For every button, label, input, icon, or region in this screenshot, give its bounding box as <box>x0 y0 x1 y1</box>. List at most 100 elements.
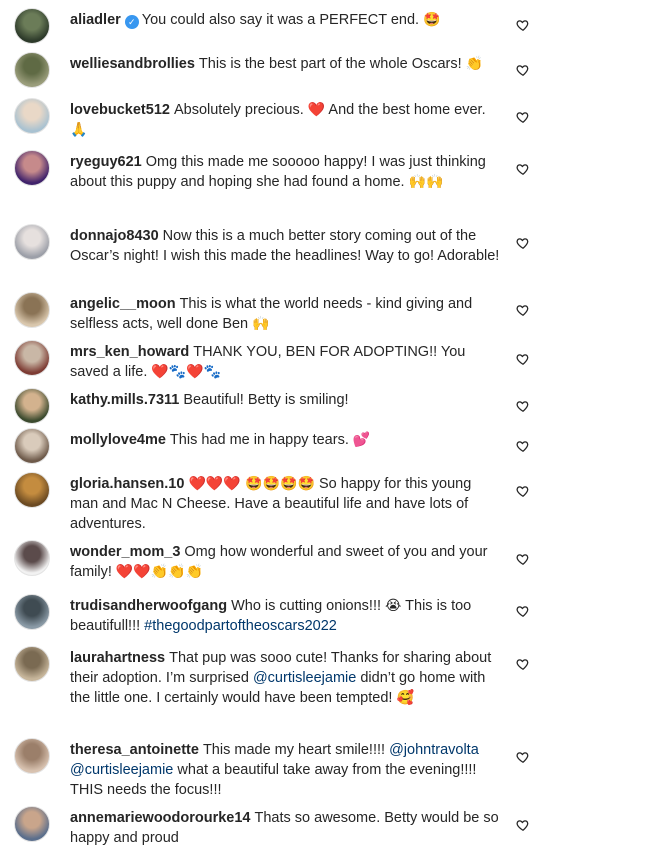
comment-body-text: And the best home ever. <box>325 102 486 118</box>
comment-body-text: You could also say it was a PERFECT end. <box>141 12 424 28</box>
heart-outline-icon <box>516 441 529 452</box>
like-button[interactable] <box>513 15 533 35</box>
like-button[interactable] <box>513 815 533 835</box>
comment-text: kathy.mills.7311 Beautiful! Betty is smil… <box>70 390 500 410</box>
comment-body-text: This made my heart smile!!!! <box>202 742 390 758</box>
username-link[interactable]: mrs_ken_howard <box>70 344 189 360</box>
mention-link[interactable]: @curtisleejamie <box>253 670 356 686</box>
emoji-icon: 😭 <box>385 598 402 614</box>
username-link[interactable]: kathy.mills.7311 <box>70 392 179 408</box>
heart-outline-icon <box>516 820 529 831</box>
comment-text: trudisandherwoofgang Who is cutting onion… <box>70 596 500 636</box>
like-button[interactable] <box>513 60 533 80</box>
avatar[interactable] <box>14 8 50 44</box>
avatar[interactable] <box>14 388 50 424</box>
mention-link[interactable]: @curtisleejamie <box>70 762 173 778</box>
username-link[interactable]: annemariewoodorourke14 <box>70 810 251 826</box>
heart-outline-icon <box>516 238 529 249</box>
like-button[interactable] <box>513 654 533 674</box>
comment-text: aliadler ✓ You could also say it was a PER… <box>70 10 500 30</box>
avatar[interactable] <box>14 646 50 682</box>
comment-body-text: Beautiful! Betty is smiling! <box>183 392 349 408</box>
comment-text: angelic__moon This is what the world need… <box>70 294 500 334</box>
username-link[interactable]: lovebucket512 <box>70 102 170 118</box>
like-button[interactable] <box>513 747 533 767</box>
emoji-icon: 👏 <box>465 56 484 72</box>
heart-outline-icon <box>516 65 529 76</box>
heart-outline-icon <box>516 554 529 565</box>
comment-text: mrs_ken_howard THANK YOU, BEN FOR ADOPTIN… <box>70 342 500 382</box>
comment-body-text: Absolutely precious. <box>173 102 308 118</box>
comment-body-text: Who is cutting onions!!! <box>231 598 386 614</box>
heart-outline-icon <box>516 752 529 763</box>
emoji-icon: ❤️ <box>307 102 326 118</box>
emoji-icon: 🙏 <box>70 122 88 138</box>
hashtag-link[interactable]: #thegoodpartoftheoscars2022 <box>144 618 337 634</box>
comment-body-text: This had me in happy tears. <box>169 432 353 448</box>
avatar[interactable] <box>14 540 50 576</box>
username-link[interactable]: aliadler <box>70 12 121 28</box>
username-link[interactable]: welliesandbrollies <box>70 56 195 72</box>
heart-outline-icon <box>516 305 529 316</box>
like-button[interactable] <box>513 436 533 456</box>
emoji-icon: ❤️❤️👏👏👏 <box>115 564 204 580</box>
comment-body-text: This is the best part of the whole Oscar… <box>198 56 466 72</box>
avatar[interactable] <box>14 428 50 464</box>
avatar[interactable] <box>14 594 50 630</box>
like-button[interactable] <box>513 300 533 320</box>
heart-outline-icon <box>516 606 529 617</box>
comment-text: wonder_mom_3 Omg how wonderful and sweet … <box>70 542 500 582</box>
comment-text: ryeguy621 Omg this made me sooooo happy! … <box>70 152 500 192</box>
avatar[interactable] <box>14 738 50 774</box>
username-link[interactable]: laurahartness <box>70 650 165 666</box>
avatar[interactable] <box>14 150 50 186</box>
avatar[interactable] <box>14 292 50 328</box>
comment-text: gloria.hansen.10 ❤️❤️❤️ 🤩🤩🤩🤩 So happy for… <box>70 474 500 534</box>
avatar[interactable] <box>14 52 50 88</box>
avatar[interactable] <box>14 224 50 260</box>
like-button[interactable] <box>513 396 533 416</box>
comment-text: laurahartness That pup was sooo cute! Tha… <box>70 648 500 708</box>
like-button[interactable] <box>513 107 533 127</box>
avatar[interactable] <box>14 472 50 508</box>
like-button[interactable] <box>513 549 533 569</box>
comment-list: aliadler ✓ You could also say it was a PER… <box>0 0 650 854</box>
heart-outline-icon <box>516 164 529 175</box>
heart-outline-icon <box>516 659 529 670</box>
avatar[interactable] <box>14 340 50 376</box>
heart-outline-icon <box>516 112 529 123</box>
comment-text: theresa_antoinette This made my heart smi… <box>70 740 500 800</box>
heart-outline-icon <box>516 486 529 497</box>
heart-outline-icon <box>516 20 529 31</box>
username-link[interactable]: mollylove4me <box>70 432 166 448</box>
emoji-icon: 🤩 <box>423 12 441 28</box>
mention-link[interactable]: @johntravolta <box>389 742 479 758</box>
like-button[interactable] <box>513 349 533 369</box>
emoji-icon: 🥰 <box>396 690 414 706</box>
comment-text: welliesandbrollies This is the best part … <box>70 54 500 74</box>
username-link[interactable]: trudisandherwoofgang <box>70 598 227 614</box>
like-button[interactable] <box>513 481 533 501</box>
username-link[interactable]: donnajo8430 <box>70 228 159 244</box>
emoji-icon: 💕 <box>352 432 371 448</box>
comment-text: annemariewoodorourke14 Thats so awesome. … <box>70 808 500 848</box>
username-link[interactable]: gloria.hansen.10 <box>70 476 184 492</box>
like-button[interactable] <box>513 233 533 253</box>
heart-outline-icon <box>516 354 529 365</box>
emoji-icon: ❤️🐾❤️🐾 <box>151 364 222 380</box>
comment-text: donnajo8430 Now this is a much better sto… <box>70 226 500 266</box>
avatar[interactable] <box>14 806 50 842</box>
username-link[interactable]: theresa_antoinette <box>70 742 199 758</box>
emoji-icon: 🙌🙌 <box>408 174 444 190</box>
verified-badge-icon: ✓ <box>124 15 139 29</box>
username-link[interactable]: wonder_mom_3 <box>70 544 180 560</box>
avatar[interactable] <box>14 98 50 134</box>
heart-outline-icon <box>516 401 529 412</box>
emoji-icon: 🙌 <box>252 316 270 332</box>
username-link[interactable]: angelic__moon <box>70 296 176 312</box>
username-link[interactable]: ryeguy621 <box>70 154 142 170</box>
comment-text: mollylove4me This had me in happy tears. … <box>70 430 500 450</box>
emoji-icon: ❤️❤️❤️ 🤩🤩🤩🤩 <box>188 476 315 492</box>
like-button[interactable] <box>513 159 533 179</box>
like-button[interactable] <box>513 601 533 621</box>
